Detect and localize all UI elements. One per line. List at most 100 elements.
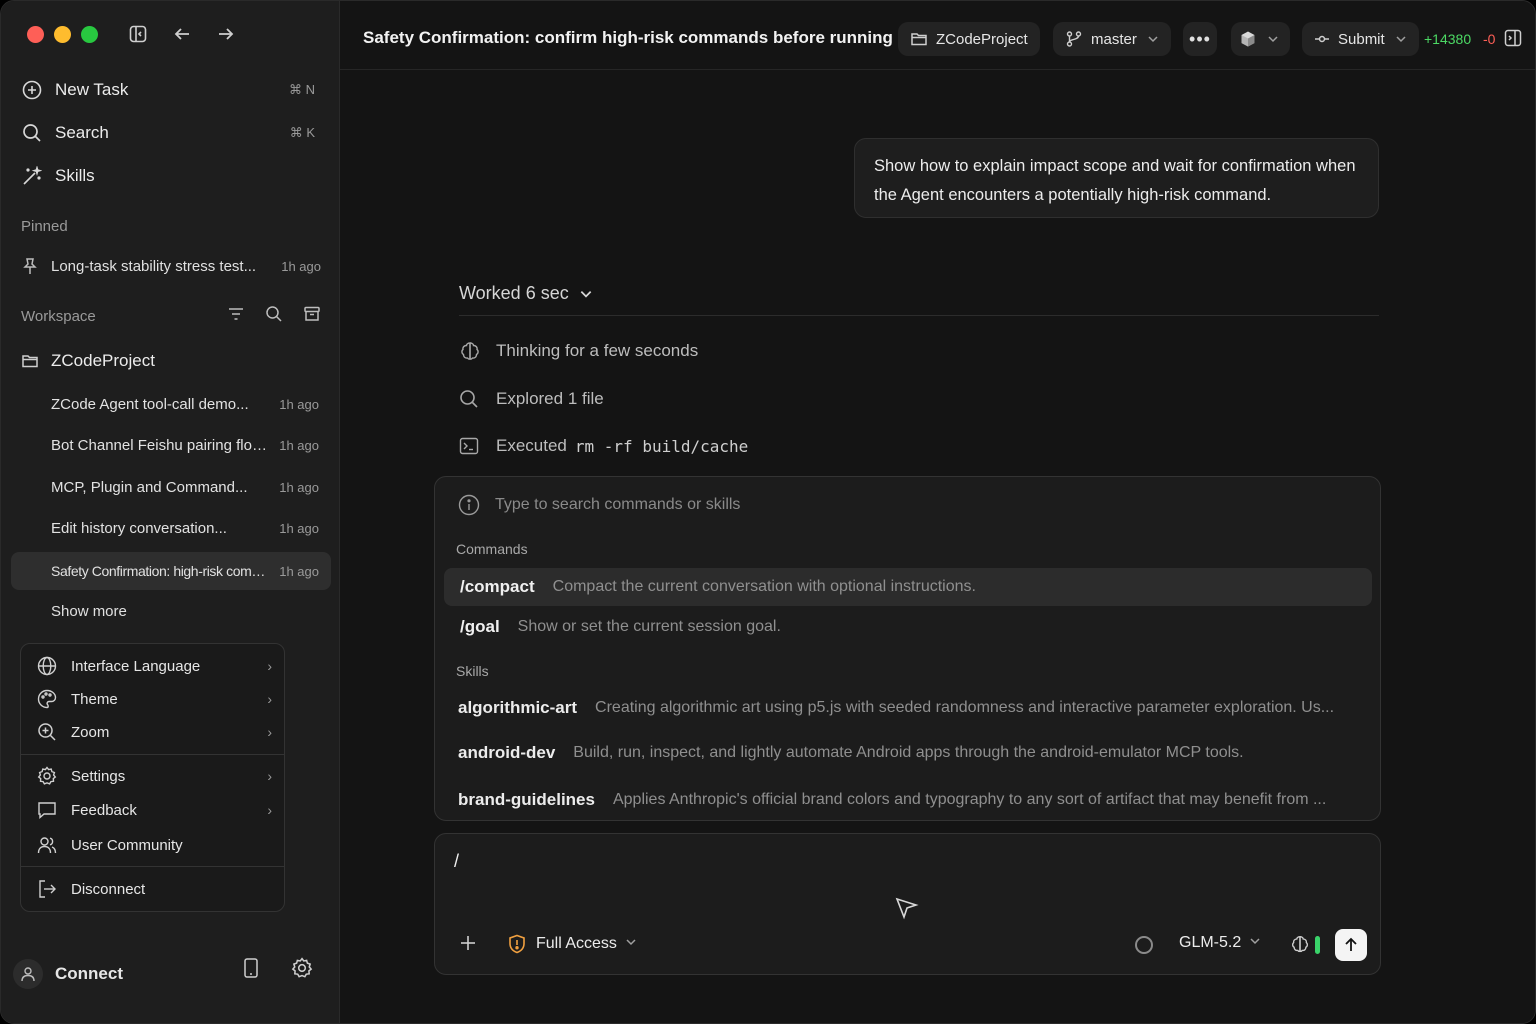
filter-icon[interactable] xyxy=(227,305,245,328)
pinned-task-item[interactable]: Long-task stability stress test... 1h ag… xyxy=(21,253,321,279)
search-button[interactable]: Search ⌘ K xyxy=(21,117,321,149)
globe-icon xyxy=(37,656,59,676)
window-controls xyxy=(27,26,98,43)
mouse-cursor-icon xyxy=(895,896,919,925)
folder-icon xyxy=(21,352,41,370)
nav-label: Search xyxy=(55,123,109,142)
menu-divider xyxy=(21,866,284,867)
nav-label: New Task xyxy=(55,80,129,99)
chevron-right-icon: › xyxy=(267,724,272,740)
commands-section-title: Commands xyxy=(456,541,528,557)
settings-gear-icon[interactable] xyxy=(291,957,313,984)
submit-button[interactable]: Submit xyxy=(1302,22,1419,56)
back-arrow-icon[interactable] xyxy=(171,23,193,45)
avatar xyxy=(13,959,43,989)
menu-item-feedback[interactable]: Feedback › xyxy=(37,797,272,823)
step-explored-label: Explored 1 file xyxy=(496,389,604,408)
shortcut-hint: ⌘ K xyxy=(289,125,315,140)
task-item[interactable]: Edit history conversation... 1h ago xyxy=(11,509,331,547)
git-branch-icon xyxy=(1065,30,1083,48)
worked-summary-toggle[interactable]: Worked 6 sec xyxy=(459,283,593,304)
access-level-selector[interactable]: Full Access xyxy=(508,934,637,954)
composer-input[interactable]: / xyxy=(454,851,459,872)
task-time: 1h ago xyxy=(279,396,319,412)
skill-description: Creating algorithmic art using p5.js wit… xyxy=(595,699,1335,716)
maximize-window-button[interactable] xyxy=(81,26,98,43)
workspace-tools xyxy=(227,305,321,328)
mobile-device-icon[interactable] xyxy=(241,957,261,984)
workspace-search-icon[interactable] xyxy=(265,305,283,328)
menu-item-zoom[interactable]: Zoom › xyxy=(37,719,272,745)
menu-item-label: Zoom xyxy=(71,723,110,741)
connect-button[interactable]: Connect xyxy=(13,959,123,989)
pinned-section-title: Pinned xyxy=(21,218,68,235)
folder-icon xyxy=(910,30,928,48)
git-commit-icon xyxy=(1314,31,1330,47)
arrow-up-icon xyxy=(1343,937,1359,953)
sidebar-toggle-icon[interactable] xyxy=(127,23,149,45)
new-task-button[interactable]: New Task ⌘ N xyxy=(21,74,321,106)
task-label: Bot Channel Feishu pairing flow... xyxy=(51,436,271,454)
branch-selector[interactable]: master xyxy=(1053,22,1171,56)
attach-plus-icon[interactable] xyxy=(459,932,477,958)
menu-item-interface-language[interactable]: Interface Language › xyxy=(37,653,272,679)
menu-item-user-community[interactable]: User Community xyxy=(37,832,272,858)
task-item[interactable]: MCP, Plugin and Command... 1h ago xyxy=(11,468,331,506)
menu-item-theme[interactable]: Theme › xyxy=(37,686,272,712)
command-item-compact[interactable]: /compact Compact the current conversatio… xyxy=(444,568,1372,606)
minimize-window-button[interactable] xyxy=(54,26,71,43)
project-selector-label: ZCodeProject xyxy=(936,30,1028,48)
panel-toggle-icon[interactable] xyxy=(1504,29,1522,52)
app-window: New Task ⌘ N Search ⌘ K Skills Pinned Lo… xyxy=(0,0,1536,1024)
palette-search[interactable]: Type to search commands or skills xyxy=(458,494,740,516)
context-usage-ring[interactable] xyxy=(1135,936,1153,954)
archive-icon[interactable] xyxy=(303,305,321,328)
chevron-down-icon xyxy=(1267,33,1279,45)
shield-warning-icon xyxy=(508,934,526,954)
task-item-active[interactable]: Safety Confirmation: high-risk command..… xyxy=(11,552,331,590)
menu-item-disconnect[interactable]: Disconnect xyxy=(37,876,272,902)
skill-name: algorithmic-art xyxy=(458,698,578,717)
task-time: 1h ago xyxy=(279,520,319,536)
top-header: Safety Confirmation: confirm high-risk c… xyxy=(340,1,1535,70)
menu-item-settings[interactable]: Settings › xyxy=(37,763,272,789)
command-name: /goal xyxy=(460,617,500,636)
chevron-right-icon: › xyxy=(267,802,272,818)
message-composer[interactable]: / Full Access GLM-5.2 xyxy=(434,833,1381,975)
gear-icon xyxy=(37,766,59,786)
skill-item-algorithmic-art[interactable]: algorithmic-art Creating algorithmic art… xyxy=(458,693,1363,723)
task-item[interactable]: Bot Channel Feishu pairing flow... 1h ag… xyxy=(11,426,331,464)
project-name: ZCodeProject xyxy=(51,351,155,370)
forward-arrow-icon[interactable] xyxy=(215,23,237,45)
command-name: /compact xyxy=(460,577,535,596)
send-button[interactable] xyxy=(1335,929,1367,961)
magic-wand-icon xyxy=(21,165,43,187)
step-thinking-label: Thinking for a few seconds xyxy=(496,341,699,360)
project-selector[interactable]: ZCodeProject xyxy=(898,22,1040,56)
task-item[interactable]: ZCode Agent tool-call demo... 1h ago xyxy=(11,385,331,423)
reasoning-brain-icon[interactable] xyxy=(1290,934,1310,959)
sandbox-selector[interactable] xyxy=(1231,22,1290,56)
step-executed-label: Executed xyxy=(496,436,567,455)
close-window-button[interactable] xyxy=(27,26,44,43)
step-executed[interactable]: Executed rm -rf build/cache xyxy=(459,436,748,456)
skill-item-android-dev[interactable]: android-dev Build, run, inspect, and lig… xyxy=(458,738,1363,768)
more-options-button[interactable]: ••• xyxy=(1183,22,1217,56)
search-icon xyxy=(459,389,481,409)
skill-name: brand-guidelines xyxy=(458,790,595,809)
task-label: MCP, Plugin and Command... xyxy=(51,478,248,496)
menu-item-label: Settings xyxy=(71,767,126,785)
step-explored[interactable]: Explored 1 file xyxy=(459,389,604,409)
show-more-link[interactable]: Show more xyxy=(51,603,127,620)
reasoning-level-meter xyxy=(1315,936,1320,954)
skill-description: Build, run, inspect, and lightly automat… xyxy=(573,744,1244,761)
brain-icon xyxy=(459,340,481,362)
command-item-goal[interactable]: /goal Show or set the current session go… xyxy=(444,608,1372,646)
diff-deletions: -0 xyxy=(1483,31,1496,47)
skill-item-brand-guidelines[interactable]: brand-guidelines Applies Anthropic's off… xyxy=(458,785,1363,815)
model-selector[interactable]: GLM-5.2 xyxy=(1179,934,1261,952)
chevron-down-icon xyxy=(1395,33,1407,45)
menu-item-label: Theme xyxy=(71,690,118,708)
project-folder[interactable]: ZCodeProject xyxy=(21,348,321,374)
skills-button[interactable]: Skills xyxy=(21,160,321,192)
